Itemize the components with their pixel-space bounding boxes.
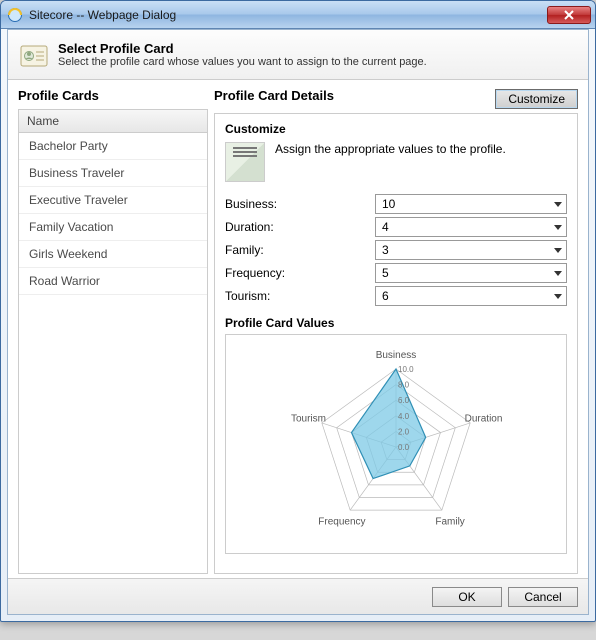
field-select[interactable]: 10: [375, 194, 567, 214]
profile-field-row: Duration: 4: [225, 217, 567, 237]
ie-favicon: [7, 7, 23, 23]
grid-column-name: Name: [19, 110, 207, 133]
field-label: Duration:: [225, 220, 375, 234]
svg-text:10.0: 10.0: [398, 365, 414, 374]
field-value: 3: [382, 243, 389, 257]
field-select[interactable]: 5: [375, 263, 567, 283]
field-label: Tourism:: [225, 289, 375, 303]
profile-card-row[interactable]: Family Vacation: [19, 214, 207, 241]
profile-cards-grid: Name Bachelor PartyBusiness TravelerExec…: [18, 109, 208, 574]
svg-text:Tourism: Tourism: [291, 414, 326, 425]
profile-field-row: Family: 3: [225, 240, 567, 260]
profile-card-row[interactable]: Bachelor Party: [19, 133, 207, 160]
field-value: 5: [382, 266, 389, 280]
close-button[interactable]: [547, 6, 591, 24]
profile-card-row[interactable]: Business Traveler: [19, 160, 207, 187]
field-select[interactable]: 3: [375, 240, 567, 260]
details-panel: Customize Assign the appropriate values …: [214, 113, 578, 574]
profile-card-icon: [18, 40, 50, 72]
chevron-down-icon: [554, 202, 562, 207]
field-value: 4: [382, 220, 389, 234]
client-area: Select Profile Card Select the profile c…: [7, 29, 589, 615]
svg-text:Family: Family: [435, 516, 464, 527]
profile-field-row: Business: 10: [225, 194, 567, 214]
window-title: Sitecore -- Webpage Dialog: [29, 8, 547, 22]
chevron-down-icon: [554, 225, 562, 230]
field-label: Family:: [225, 243, 375, 257]
customize-desc: Assign the appropriate values to the pro…: [275, 142, 506, 156]
dialog-title: Select Profile Card: [58, 41, 427, 56]
profile-field-row: Frequency: 5: [225, 263, 567, 283]
ok-button[interactable]: OK: [432, 587, 502, 607]
svg-text:2.0: 2.0: [398, 427, 410, 436]
field-select[interactable]: 6: [375, 286, 567, 306]
profile-card-row[interactable]: Road Warrior: [19, 268, 207, 295]
svg-text:4.0: 4.0: [398, 412, 410, 421]
svg-text:8.0: 8.0: [398, 381, 410, 390]
field-select[interactable]: 4: [375, 217, 567, 237]
values-heading: Profile Card Values: [225, 316, 567, 330]
svg-text:Business: Business: [376, 350, 417, 361]
field-label: Frequency:: [225, 266, 375, 280]
profile-cards-heading: Profile Cards: [18, 88, 208, 103]
dialog-header: Select Profile Card Select the profile c…: [8, 30, 588, 80]
profile-card-row[interactable]: Executive Traveler: [19, 187, 207, 214]
titlebar[interactable]: Sitecore -- Webpage Dialog: [1, 1, 595, 29]
customize-heading: Customize: [225, 122, 567, 136]
profile-card-row[interactable]: Girls Weekend: [19, 241, 207, 268]
field-value: 6: [382, 289, 389, 303]
dialog-subtitle: Select the profile card whose values you…: [58, 56, 427, 68]
field-value: 10: [382, 197, 395, 211]
field-label: Business:: [225, 197, 375, 211]
close-icon: [564, 10, 574, 20]
customize-button[interactable]: Customize: [495, 89, 578, 109]
svg-text:6.0: 6.0: [398, 396, 410, 405]
profile-thumb-icon: [225, 142, 265, 182]
svg-text:Duration: Duration: [465, 414, 503, 425]
profile-field-row: Tourism: 6: [225, 286, 567, 306]
chevron-down-icon: [554, 271, 562, 276]
dialog-window: Sitecore -- Webpage Dialog Sele: [0, 0, 596, 622]
radar-chart: Business Duration Family Frequency Tourism 0.…: [225, 334, 567, 554]
cancel-button[interactable]: Cancel: [508, 587, 578, 607]
svg-text:0.0: 0.0: [398, 443, 410, 452]
chevron-down-icon: [554, 248, 562, 253]
svg-text:Frequency: Frequency: [318, 516, 365, 527]
dialog-footer: OK Cancel: [8, 578, 588, 614]
details-heading: Profile Card Details: [214, 88, 334, 103]
chevron-down-icon: [554, 294, 562, 299]
